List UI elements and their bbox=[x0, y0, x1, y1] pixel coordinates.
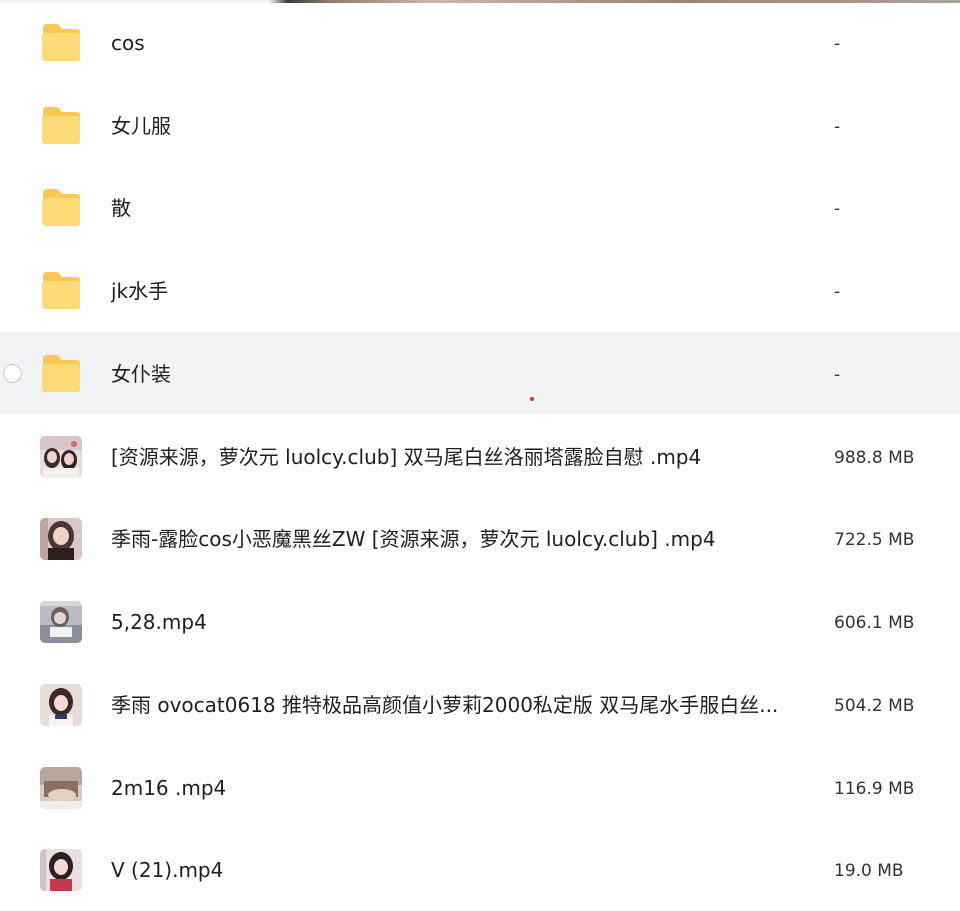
file-row[interactable]: 2m16 .mp4 116.9 MB bbox=[0, 747, 960, 829]
folder-icon bbox=[42, 355, 80, 392]
folder-row-jk[interactable]: jk水手 - bbox=[0, 250, 960, 332]
file-size: 116.9 MB bbox=[834, 779, 915, 799]
folder-name: 散 bbox=[111, 196, 131, 220]
folder-name: 女仆装 bbox=[111, 362, 171, 386]
video-thumbnail bbox=[40, 767, 82, 809]
file-name: [资源来源，萝次元 luolcy.club] 双马尾白丝洛丽塔露脸自慰 .mp4 bbox=[111, 445, 702, 469]
folder-name: cos bbox=[111, 31, 145, 55]
folder-icon bbox=[42, 24, 80, 61]
file-row[interactable]: 5,28.mp4 606.1 MB bbox=[0, 581, 960, 663]
file-size: 606.1 MB bbox=[834, 613, 915, 633]
file-row[interactable]: 季雨 ovocat0618 推特极品高颜值小萝莉2000私定版 双马尾水手服白丝… bbox=[0, 664, 960, 746]
file-name: V (21).mp4 bbox=[111, 858, 224, 882]
video-thumbnail bbox=[40, 436, 82, 478]
folder-size: - bbox=[834, 117, 841, 137]
file-name: 季雨-露脸cos小恶魔黑丝ZW [资源来源，萝次元 luolcy.club] .… bbox=[111, 527, 716, 551]
folder-size: - bbox=[834, 282, 841, 302]
folder-icon bbox=[42, 189, 80, 226]
video-thumbnail bbox=[40, 849, 82, 891]
folder-name: 女儿服 bbox=[111, 114, 171, 138]
file-row[interactable]: [资源来源，萝次元 luolcy.club] 双马尾白丝洛丽塔露脸自慰 .mp4… bbox=[0, 416, 960, 498]
folder-row-cos[interactable]: cos - bbox=[0, 2, 960, 84]
file-name: 季雨 ovocat0618 推特极品高颜值小萝莉2000私定版 双马尾水手服白丝… bbox=[111, 693, 779, 717]
folder-row-nvpuzhuang[interactable]: 女仆装 - bbox=[0, 332, 960, 414]
folder-row-san[interactable]: 散 - bbox=[0, 167, 960, 249]
video-thumbnail bbox=[40, 684, 82, 726]
video-thumbnail bbox=[40, 601, 82, 643]
red-dot-marker bbox=[530, 397, 534, 401]
folder-size: - bbox=[834, 365, 841, 385]
folder-icon bbox=[42, 107, 80, 144]
file-size: 988.8 MB bbox=[834, 448, 915, 468]
video-thumbnail bbox=[40, 518, 82, 560]
file-size: 504.2 MB bbox=[834, 696, 915, 716]
folder-name: jk水手 bbox=[111, 279, 169, 303]
file-row[interactable]: 季雨-露脸cos小恶魔黑丝ZW [资源来源，萝次元 luolcy.club] .… bbox=[0, 498, 960, 580]
file-row[interactable]: V (21).mp4 19.0 MB bbox=[0, 829, 960, 911]
folder-row-nverfu[interactable]: 女儿服 - bbox=[0, 85, 960, 167]
file-name: 2m16 .mp4 bbox=[111, 776, 227, 800]
file-name: 5,28.mp4 bbox=[111, 610, 207, 634]
file-size: 19.0 MB bbox=[834, 861, 904, 881]
folder-size: - bbox=[834, 34, 841, 54]
folder-icon bbox=[42, 272, 80, 309]
file-size: 722.5 MB bbox=[834, 530, 915, 550]
select-checkbox[interactable] bbox=[3, 364, 22, 383]
folder-size: - bbox=[834, 199, 841, 219]
